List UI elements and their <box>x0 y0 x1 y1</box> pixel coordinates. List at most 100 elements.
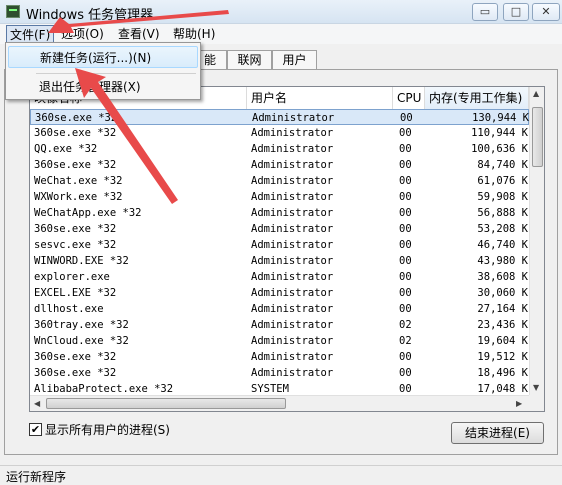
row-cpu: 00 <box>399 223 412 235</box>
row-user-name: Administrator <box>251 223 334 235</box>
vertical-scroll-thumb[interactable] <box>532 107 543 167</box>
scroll-down-icon[interactable]: ▼ <box>533 383 539 392</box>
show-all-users-checkbox[interactable]: ✔ <box>29 423 42 436</box>
column-cpu[interactable]: CPU <box>393 87 425 109</box>
row-user-name: Administrator <box>251 175 334 187</box>
menu-bar: 文件(F) 选项(O) 查看(V) 帮助(H) <box>0 24 562 44</box>
column-user-name[interactable]: 用户名 <box>247 87 393 109</box>
scroll-right-icon[interactable]: ▶ <box>516 399 522 408</box>
row-cpu: 00 <box>400 112 413 124</box>
end-process-button[interactable]: 结束进程(E) <box>451 422 544 444</box>
table-row[interactable]: WnCloud.exe *32 Administrator 02 19,604 K <box>30 333 529 349</box>
table-row[interactable]: 360se.exe *32 Administrator 00 130,944 K <box>30 109 529 125</box>
row-user-name: Administrator <box>251 303 334 315</box>
row-image-name: WnCloud.exe *32 <box>34 335 129 347</box>
row-memory: 19,604 K <box>477 335 528 347</box>
row-cpu: 02 <box>399 335 412 347</box>
tab-networking[interactable]: 联网 <box>227 50 272 70</box>
table-row[interactable]: sesvc.exe *32 Administrator 00 46,740 K <box>30 237 529 253</box>
table-row[interactable]: EXCEL.EXE *32 Administrator 00 30,060 K <box>30 285 529 301</box>
table-row[interactable]: 360se.exe *32 Administrator 00 84,740 K <box>30 157 529 173</box>
table-row[interactable]: 360se.exe *32 Administrator 00 53,208 K <box>30 221 529 237</box>
table-row[interactable]: WXWork.exe *32 Administrator 00 59,908 K <box>30 189 529 205</box>
row-image-name: 360se.exe *32 <box>34 223 117 235</box>
process-list[interactable]: 映像名称 用户名 CPU 内存(专用工作集) 360se.exe *32Admi… <box>29 86 545 412</box>
maximize-button[interactable]: □ <box>503 3 529 21</box>
scroll-up-icon[interactable]: ▲ <box>533 89 539 98</box>
table-row[interactable]: 360tray.exe *32 Administrator 02 23,436 K <box>30 317 529 333</box>
row-user-name: Administrator <box>251 127 334 139</box>
row-image-name: EXCEL.EXE *32 <box>34 287 117 299</box>
row-cpu: 00 <box>399 287 412 299</box>
row-image-name: 360se.exe *32 <box>34 159 117 171</box>
row-cpu: 00 <box>399 143 412 155</box>
table-row[interactable]: WeChat.exe *32 Administrator 00 61,076 K <box>30 173 529 189</box>
exit-task-manager-menu-item[interactable]: 退出任务管理器(X) <box>8 76 198 98</box>
row-memory: 56,888 K <box>477 207 528 219</box>
row-image-name: 360se.exe *32 <box>35 112 118 124</box>
table-row[interactable]: 360se.exe *32 Administrator 00 110,944 K <box>30 125 529 141</box>
table-row[interactable]: explorer.exe Administrator 00 38,608 K <box>30 269 529 285</box>
row-user-name: Administrator <box>251 191 334 203</box>
table-row[interactable]: WINWORD.EXE *32 Administrator 00 43,980 K <box>30 253 529 269</box>
vertical-scrollbar[interactable]: ▲ ▼ <box>529 87 544 395</box>
status-bar: 运行新程序 <box>0 465 562 485</box>
minimize-button[interactable]: ▭ <box>472 3 498 21</box>
tab-users[interactable]: 用户 <box>272 50 317 70</box>
row-memory: 110,944 K <box>471 127 528 139</box>
row-image-name: 360se.exe *32 <box>34 367 117 379</box>
scroll-left-icon[interactable]: ◀ <box>34 399 40 408</box>
column-memory[interactable]: 内存(专用工作集) <box>425 87 529 109</box>
table-row[interactable]: 360se.exe *32 Administrator 00 19,512 K <box>30 349 529 365</box>
row-image-name: explorer.exe <box>34 271 110 283</box>
row-memory: 100,636 K <box>471 143 528 155</box>
row-cpu: 00 <box>399 191 412 203</box>
table-row[interactable]: dllhost.exe Administrator 00 27,164 K <box>30 301 529 317</box>
menu-view[interactable]: 查看(V) <box>115 25 163 43</box>
row-user-name: Administrator <box>251 239 334 251</box>
row-user-name: Administrator <box>251 351 334 363</box>
row-memory: 53,208 K <box>477 223 528 235</box>
close-button[interactable]: ✕ <box>532 3 560 21</box>
row-image-name: WeChatApp.exe *32 <box>34 207 142 219</box>
row-cpu: 00 <box>399 127 412 139</box>
row-image-name: WINWORD.EXE *32 <box>34 255 129 267</box>
row-memory: 38,608 K <box>477 271 528 283</box>
row-image-name: dllhost.exe <box>34 303 104 315</box>
row-cpu: 00 <box>399 271 412 283</box>
row-user-name: Administrator <box>252 112 335 124</box>
row-user-name: Administrator <box>251 271 334 283</box>
row-memory: 18,496 K <box>477 367 528 379</box>
row-cpu: 00 <box>399 255 412 267</box>
row-memory: 84,740 K <box>477 159 528 171</box>
window-title: Windows 任务管理器 <box>26 8 154 23</box>
row-memory: 43,980 K <box>477 255 528 267</box>
horizontal-scroll-thumb[interactable] <box>46 398 286 409</box>
show-all-users-label[interactable]: 显示所有用户的进程(S) <box>45 421 170 438</box>
menu-options[interactable]: 选项(O) <box>58 25 107 43</box>
row-memory: 23,436 K <box>477 319 528 331</box>
row-image-name: QQ.exe *32 <box>34 143 98 155</box>
row-cpu: 00 <box>399 367 412 379</box>
menu-help[interactable]: 帮助(H) <box>170 25 218 43</box>
file-menu-dropdown: 新建任务(运行...)(N) 退出任务管理器(X) <box>5 42 201 100</box>
row-user-name: Administrator <box>251 319 334 331</box>
row-memory: 30,060 K <box>477 287 528 299</box>
row-cpu: 00 <box>399 239 412 251</box>
table-row[interactable]: WeChatApp.exe *32 Administrator 00 56,888 K <box>30 205 529 221</box>
row-image-name: 360se.exe *32 <box>34 127 117 139</box>
row-memory: 19,512 K <box>477 351 528 363</box>
row-memory: 130,944 K <box>472 112 529 124</box>
new-task-menu-item[interactable]: 新建任务(运行...)(N) <box>8 46 198 68</box>
row-memory: 61,076 K <box>477 175 528 187</box>
table-row[interactable]: QQ.exe *32 Administrator 00 100,636 K <box>30 141 529 157</box>
row-user-name: Administrator <box>251 143 334 155</box>
scroll-corner <box>529 395 544 411</box>
menu-file[interactable]: 文件(F) <box>6 25 55 43</box>
horizontal-scrollbar[interactable]: ◀ ▶ <box>30 395 529 411</box>
row-memory: 46,740 K <box>477 239 528 251</box>
row-image-name: WeChat.exe *32 <box>34 175 123 187</box>
menu-separator <box>36 73 196 74</box>
row-image-name: 360tray.exe *32 <box>34 319 129 331</box>
table-row[interactable]: 360se.exe *32 Administrator 00 18,496 K <box>30 365 529 381</box>
